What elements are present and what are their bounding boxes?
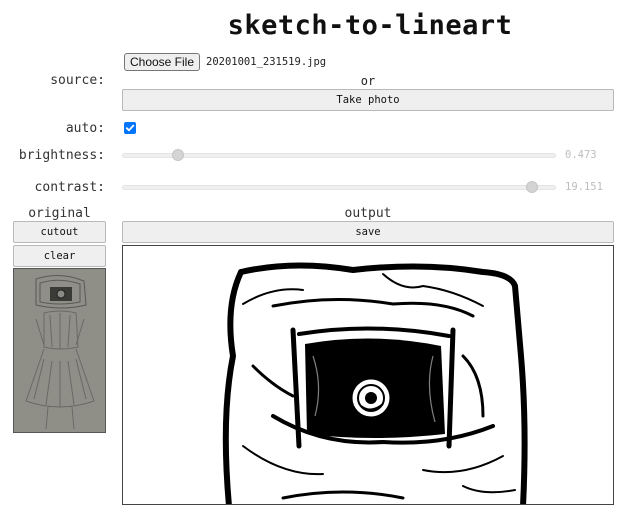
save-button[interactable]: save (122, 221, 614, 243)
clear-button[interactable]: clear (13, 245, 106, 267)
original-heading: original (28, 206, 91, 221)
checkmark-icon (125, 124, 135, 132)
lineart-output-canvas (122, 245, 614, 505)
auto-label: auto: (65, 121, 105, 136)
cutout-button[interactable]: cutout (13, 221, 106, 243)
selected-file-name: 20201001_231519.jpg (206, 56, 327, 68)
brightness-label: brightness: (18, 148, 105, 163)
brightness-value: 0.473 (565, 149, 597, 161)
brightness-slider-thumb[interactable] (171, 149, 184, 161)
brightness-slider-track[interactable] (122, 153, 556, 158)
contrast-value: 19.151 (565, 181, 603, 193)
or-separator: or (360, 74, 376, 88)
original-sketch-thumbnail (13, 268, 106, 433)
contrast-slider-thumb[interactable] (526, 181, 539, 193)
contrast-slider-track[interactable] (122, 185, 556, 190)
contrast-label: contrast: (34, 180, 105, 195)
choose-file-button[interactable]: Choose File (124, 53, 200, 71)
take-photo-button[interactable]: Take photo (122, 89, 614, 111)
source-label: source: (50, 73, 105, 88)
page-title: sketch-to-lineart (227, 10, 513, 41)
auto-checkbox[interactable] (124, 122, 136, 134)
output-heading: output (344, 206, 392, 221)
